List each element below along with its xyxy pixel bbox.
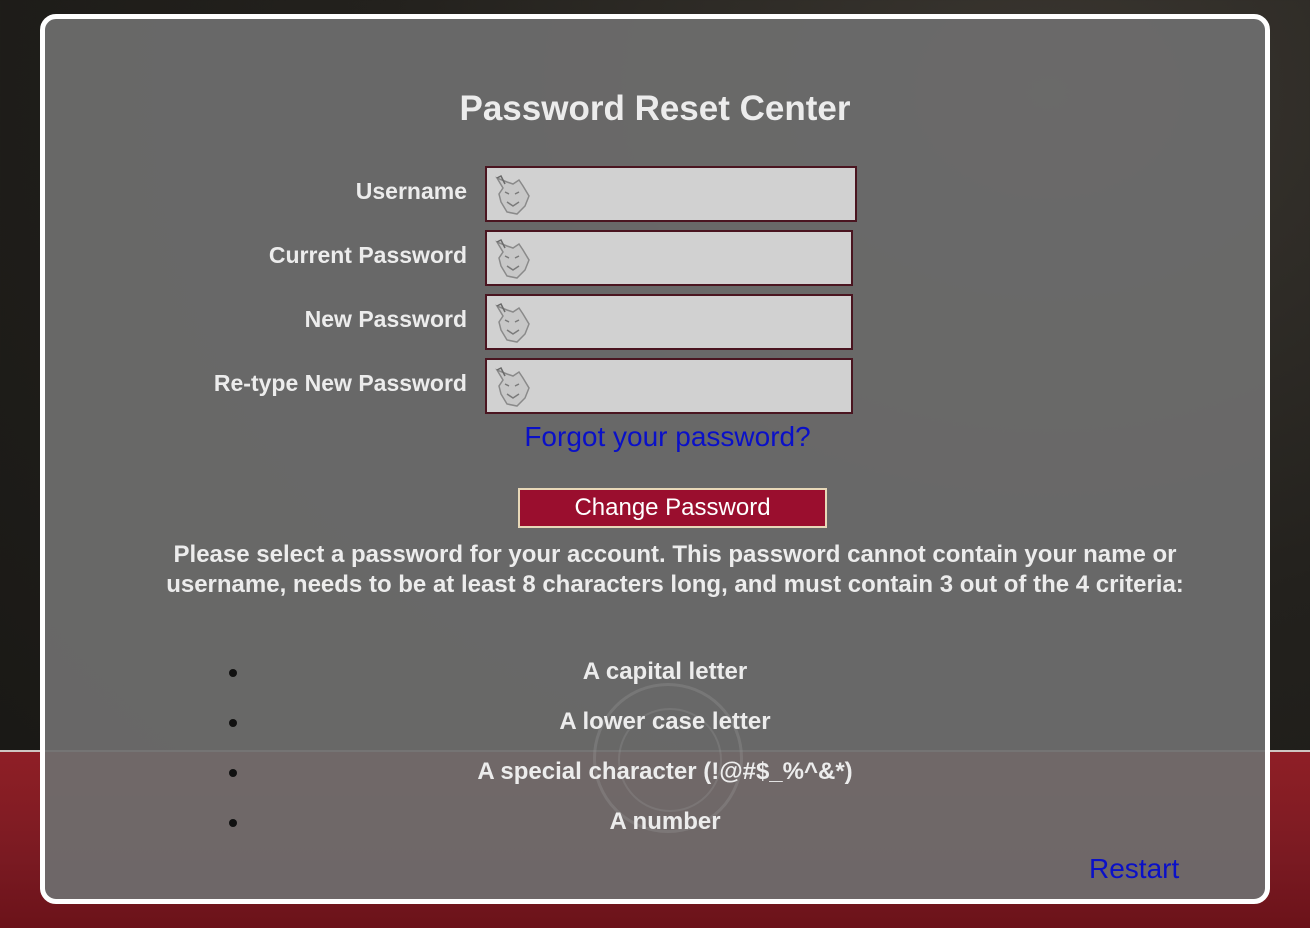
bullet-icon	[229, 719, 237, 727]
password-instructions: Please select a password for your accoun…	[166, 541, 1184, 598]
new-password-input[interactable]	[533, 296, 849, 350]
current-password-input[interactable]	[533, 232, 849, 286]
wolf-head-icon	[495, 238, 530, 279]
list-item: A capital letter	[45, 647, 1265, 697]
retype-password-input[interactable]	[533, 360, 849, 414]
criteria-list: A capital letter A lower case letter A s…	[45, 647, 1265, 847]
wolf-head-icon	[495, 302, 530, 343]
list-item: A lower case letter	[45, 697, 1265, 747]
criteria-text: A number	[609, 808, 721, 835]
current-password-field[interactable]	[485, 230, 853, 286]
wolf-head-icon	[495, 366, 530, 407]
username-field[interactable]	[485, 166, 857, 222]
page-title: Password Reset Center	[459, 89, 851, 128]
list-item: A number	[45, 797, 1265, 847]
forgot-password-link[interactable]: Forgot your password?	[45, 421, 1265, 453]
new-password-field[interactable]	[485, 294, 853, 350]
bullet-icon	[229, 769, 237, 777]
list-item: A special character (!@#$_%^&*)	[45, 747, 1265, 797]
retype-password-field[interactable]	[485, 358, 853, 414]
password-reset-panel: Password Reset Center Username Current P…	[40, 14, 1270, 904]
bullet-icon	[229, 669, 237, 677]
change-password-button[interactable]: Change Password	[518, 488, 827, 528]
current-password-label: Current Password	[268, 242, 467, 268]
wolf-head-icon	[495, 174, 530, 215]
criteria-text: A capital letter	[582, 658, 748, 685]
retype-password-label: Re-type New Password	[213, 370, 467, 396]
criteria-text: A special character (!@#$_%^&*)	[477, 758, 853, 785]
username-label: Username	[355, 178, 467, 204]
username-input[interactable]	[533, 168, 853, 222]
new-password-label: New Password	[304, 306, 467, 332]
bullet-icon	[229, 819, 237, 827]
restart-link[interactable]: Restart	[1089, 853, 1179, 885]
criteria-text: A lower case letter	[559, 708, 771, 735]
